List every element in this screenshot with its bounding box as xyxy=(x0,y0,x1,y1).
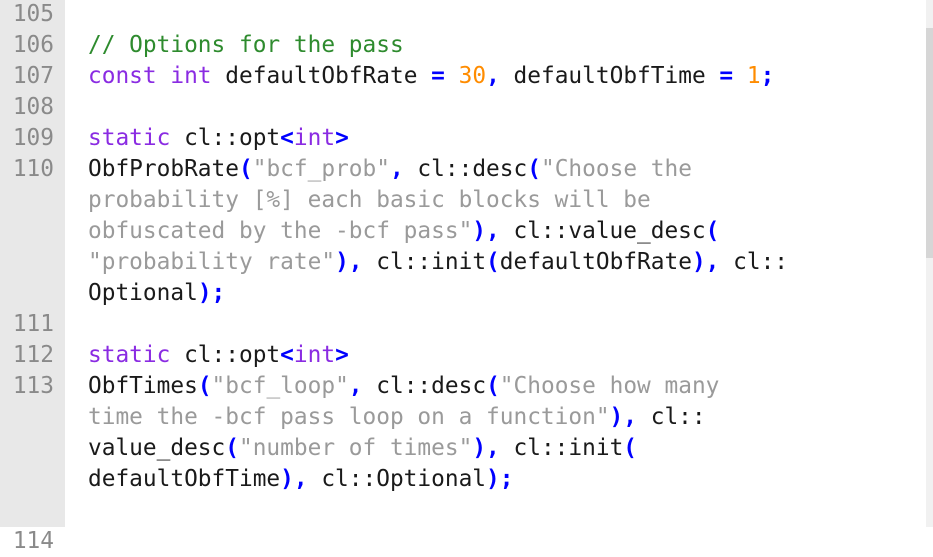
code-token: const xyxy=(88,63,157,89)
code-token: // Options for the pass xyxy=(88,32,404,58)
code-token: cl:: xyxy=(637,404,706,430)
code-token: > xyxy=(335,125,349,151)
code-text: // Options for the pass xyxy=(88,30,404,61)
code-token: ); xyxy=(486,466,514,492)
code-token: ( xyxy=(527,156,541,182)
code-token: time the -bcf pass loop on a function" xyxy=(88,404,610,430)
code-token: ), xyxy=(280,466,308,492)
code-token: defaultObfRate xyxy=(211,63,432,89)
code-token: "number of times" xyxy=(238,435,473,461)
code-token: obfuscated by the -bcf pass" xyxy=(88,218,473,244)
code-token: ( xyxy=(225,435,239,461)
code-text: ObfProbRate("bcf_prob", cl::desc("Choose… xyxy=(88,154,692,185)
code-token: cl::desc xyxy=(362,373,487,399)
code-token: ObfProbRate xyxy=(88,156,239,182)
code-token: = xyxy=(431,63,445,89)
code-token: int xyxy=(293,342,336,368)
code-token: cl::opt xyxy=(170,125,281,151)
code-token: , xyxy=(348,373,363,399)
code-token: cl::Optional xyxy=(307,466,487,492)
code-token: ( xyxy=(486,249,500,275)
scrollbar-thumb[interactable] xyxy=(926,28,933,258)
code-token: int xyxy=(293,125,336,151)
line-number: 106 xyxy=(12,32,54,58)
code-token: defaultObfRate xyxy=(499,249,692,275)
code-token: probability [%] each basic blocks will b… xyxy=(88,187,651,213)
line-number: 105 xyxy=(12,1,54,27)
line-number: 110 xyxy=(12,156,54,182)
code-token: int xyxy=(170,63,212,89)
code-token: ; xyxy=(760,63,775,89)
code-token: ( xyxy=(705,218,720,244)
code-token: ( xyxy=(486,373,500,399)
code-token: "bcf_prob" xyxy=(252,156,390,182)
code-text: obfuscated by the -bcf pass"), cl::value… xyxy=(88,216,719,247)
code-token: < xyxy=(280,125,294,151)
code-token: , xyxy=(486,63,500,89)
code-token: "Choose how many xyxy=(499,373,720,399)
code-token: static xyxy=(88,342,171,368)
code-token: "probability rate" xyxy=(88,249,336,275)
code-token: = xyxy=(719,63,734,89)
code-text: defaultObfTime), cl::Optional); xyxy=(88,464,514,495)
code-token: 30 xyxy=(458,63,487,89)
code-token: "bcf_loop" xyxy=(211,373,349,399)
line-number: 112 xyxy=(12,342,54,368)
code-token: defaultObfTime xyxy=(499,63,720,89)
code-token: ( xyxy=(197,373,212,399)
code-token: ( xyxy=(238,156,253,182)
line-number: 111 xyxy=(12,311,54,337)
code-token: static xyxy=(88,125,171,151)
line-number: 114 xyxy=(12,528,54,554)
code-text: const int defaultObfRate = 30, defaultOb… xyxy=(88,61,774,92)
code-token: ), xyxy=(691,249,720,275)
code-text: probability [%] each basic blocks will b… xyxy=(88,185,651,216)
code-token: cl:: xyxy=(719,249,789,275)
code-token: ObfTimes xyxy=(88,373,198,399)
code-token: value_desc xyxy=(88,435,226,461)
code-text: time the -bcf pass loop on a function"),… xyxy=(88,402,706,433)
code-token: ); xyxy=(197,280,226,306)
code-token: cl::desc xyxy=(403,156,528,182)
code-token: < xyxy=(280,342,294,368)
code-token: Optional xyxy=(88,280,198,306)
code-token: cl::value_desc xyxy=(499,218,706,244)
vertical-scrollbar[interactable] xyxy=(926,0,933,527)
code-text: "probability rate"), cl::init(defaultObf… xyxy=(88,247,788,278)
code-token: , xyxy=(389,156,404,182)
line-number: 108 xyxy=(12,94,54,120)
line-number: 107 xyxy=(12,63,54,89)
code-text: value_desc("number of times"), cl::init( xyxy=(88,433,637,464)
line-number: 113 xyxy=(12,373,54,399)
code-token: cl::opt xyxy=(170,342,281,368)
code-text: static cl::opt<int> xyxy=(88,340,349,371)
code-token: ( xyxy=(623,435,638,461)
code-token: ), xyxy=(609,404,637,430)
code-token: ), xyxy=(472,435,500,461)
code-token: 1 xyxy=(746,63,761,89)
code-text: static cl::opt<int> xyxy=(88,123,349,154)
code-text: ObfTimes("bcf_loop", cl::desc("Choose ho… xyxy=(88,371,719,402)
code-token: "Choose the xyxy=(540,156,692,182)
code-token: ), xyxy=(335,249,363,275)
code-editor[interactable]: 105 106 // Options for the pass 107 const in… xyxy=(0,0,933,554)
code-token: cl::init xyxy=(499,435,624,461)
line-number: 109 xyxy=(12,125,54,151)
code-token: cl::init xyxy=(362,249,487,275)
code-token: ), xyxy=(472,218,500,244)
code-token: > xyxy=(335,342,349,368)
code-token: defaultObfTime xyxy=(88,466,281,492)
code-text: Optional); xyxy=(88,278,225,309)
